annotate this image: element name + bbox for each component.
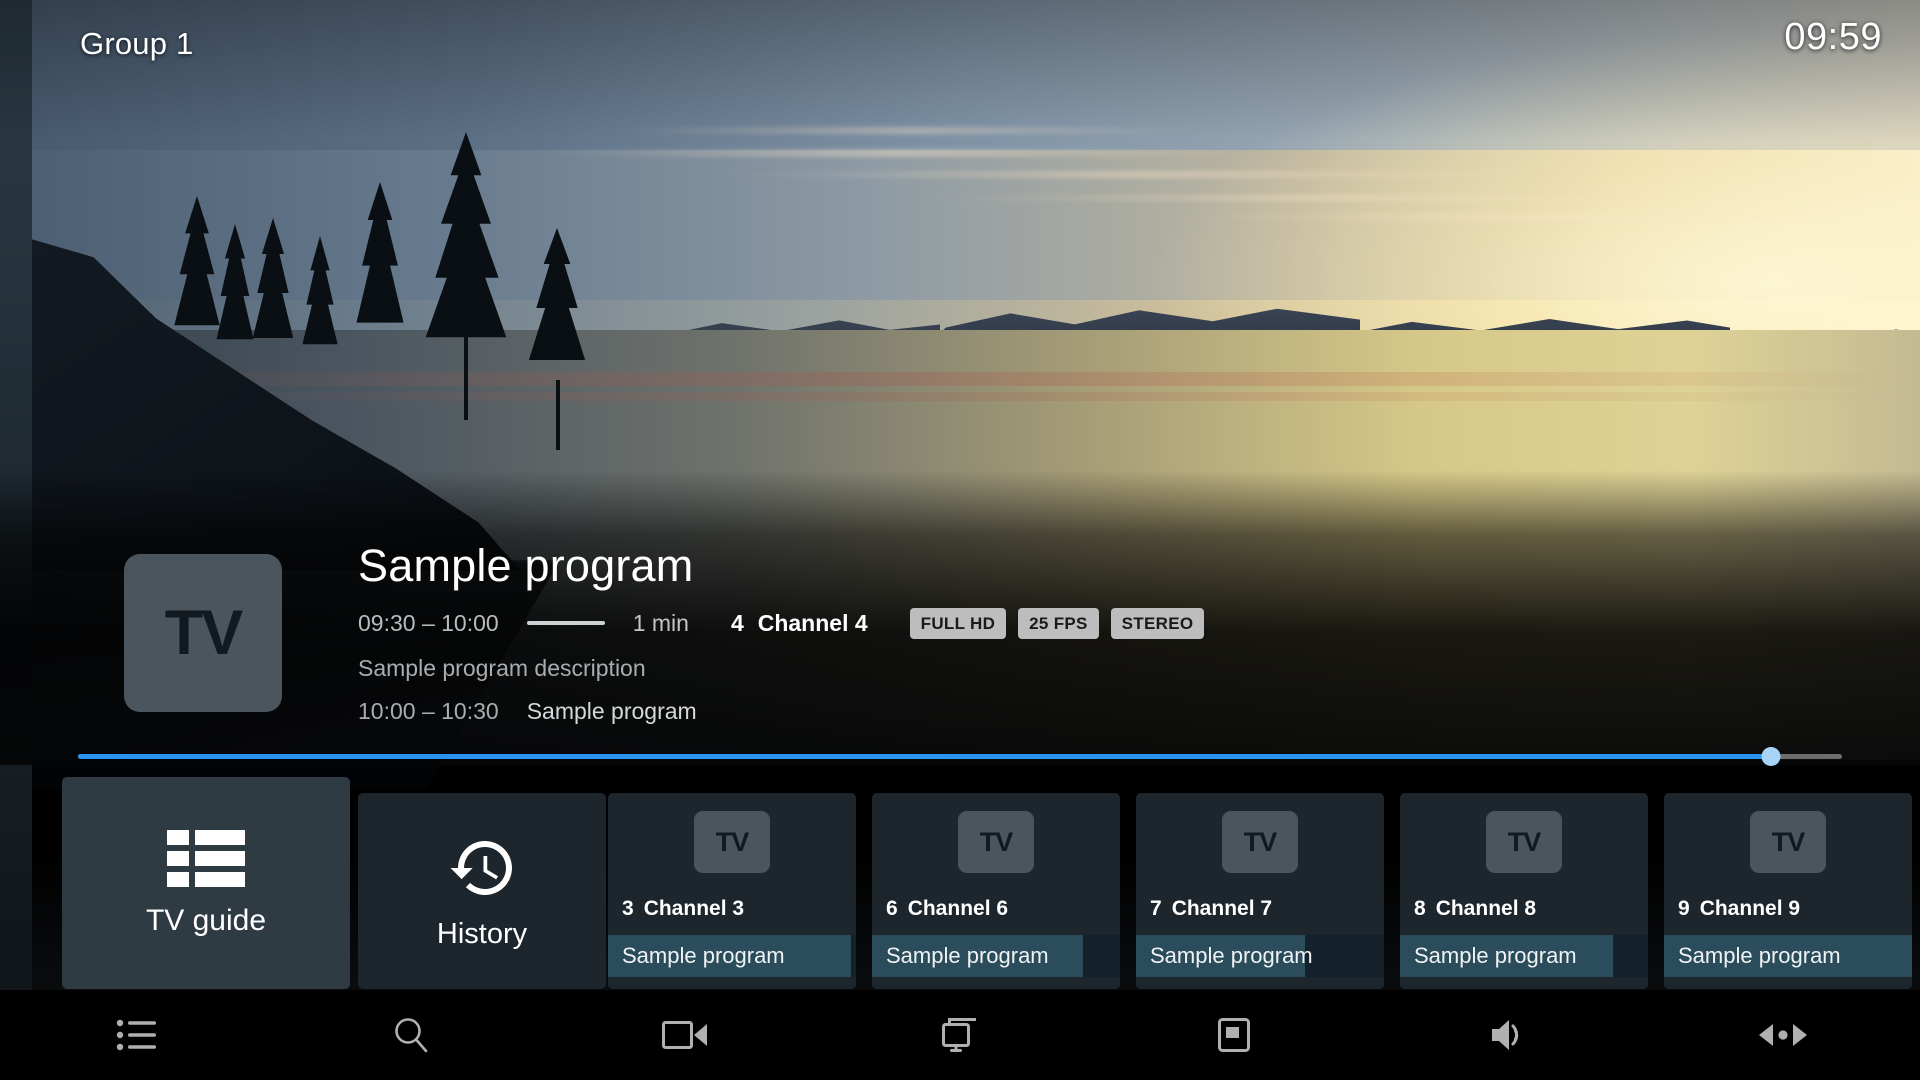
program-channel-logo: TV bbox=[124, 554, 282, 712]
channel-program-title: Sample program bbox=[1678, 943, 1841, 968]
channel-logo-text: TV bbox=[1507, 826, 1542, 857]
group-label: Group 1 bbox=[80, 26, 194, 61]
next-program-title: Sample program bbox=[526, 698, 697, 724]
channel-program-bar: Sample program bbox=[1136, 935, 1384, 977]
channel-logo-text: TV bbox=[715, 826, 750, 857]
program-channel-number: 4 bbox=[730, 609, 744, 636]
tile-channel-6[interactable]: TV 6 Channel 6 Sample program bbox=[872, 793, 1120, 989]
channel-logo: TV bbox=[1222, 811, 1298, 873]
cloud-streak bbox=[1150, 215, 1850, 219]
channel-logo-text: TV bbox=[1771, 826, 1806, 857]
channel-program-title: Sample program bbox=[1414, 943, 1577, 968]
program-title: Sample program bbox=[358, 540, 694, 591]
tile-channel-9[interactable]: TV 9 Channel 9 Sample program bbox=[1664, 793, 1912, 989]
channel-logo: TV bbox=[958, 811, 1034, 873]
badge-quality: FULL HD bbox=[909, 607, 1007, 639]
water-reflection-band bbox=[0, 372, 1920, 386]
toolbar-search-button[interactable] bbox=[274, 990, 548, 1080]
program-time-range: 09:30 – 10:00 bbox=[358, 609, 499, 636]
channel-logo: TV bbox=[694, 811, 770, 873]
cloud-streak bbox=[520, 150, 1280, 156]
program-duration: 1 min bbox=[632, 609, 689, 636]
list-grid-icon bbox=[167, 828, 245, 890]
toolbar-pip-button[interactable] bbox=[1097, 990, 1371, 1080]
tv-player-screen: Group 1 09:59 TV Sample program 09:30 – … bbox=[0, 0, 1920, 1080]
channel-logo-text: TV bbox=[979, 826, 1014, 857]
channel-name: 3 Channel 3 bbox=[622, 897, 745, 920]
cast-screen-icon bbox=[938, 1015, 982, 1055]
tile-channel-8[interactable]: TV 8 Channel 8 Sample program bbox=[1400, 793, 1648, 989]
toolbar-channel-list-button[interactable] bbox=[0, 990, 274, 1080]
next-program-row: 10:00 – 10:30 Sample program bbox=[358, 698, 697, 725]
tile-tv-guide-label: TV guide bbox=[145, 904, 267, 937]
tile-history-label: History bbox=[436, 917, 528, 950]
picture-in-picture-icon bbox=[1214, 1015, 1254, 1055]
channel-logo: TV bbox=[1486, 811, 1562, 873]
program-progress-indicator bbox=[526, 621, 605, 625]
water-reflection-band bbox=[0, 392, 1920, 401]
channel-program-title: Sample program bbox=[886, 943, 1049, 968]
program-channel-name: Channel 4 bbox=[757, 609, 868, 636]
channel-number: 6 bbox=[886, 897, 898, 920]
tile-strip: TV guide History TV 3 Channel 3 Sample prog… bbox=[0, 775, 1920, 990]
badge-framerate: 25 FPS bbox=[1018, 607, 1099, 639]
channel-program-bar: Sample program bbox=[1664, 935, 1912, 977]
tree-trunk bbox=[556, 380, 560, 450]
cloud-streak bbox=[700, 172, 1600, 177]
toolbar-audio-track-button[interactable] bbox=[1646, 990, 1920, 1080]
channel-name: 7 Channel 7 bbox=[1150, 897, 1273, 920]
toolbar-volume-button[interactable] bbox=[1371, 990, 1645, 1080]
seek-bar[interactable] bbox=[78, 747, 1842, 766]
tile-channel-3[interactable]: TV 3 Channel 3 Sample program bbox=[608, 793, 856, 989]
tile-history[interactable]: History bbox=[358, 793, 606, 989]
channel-number: 3 bbox=[622, 897, 634, 920]
program-badges: FULL HD 25 FPS STEREO bbox=[909, 607, 1205, 639]
channel-logo: TV bbox=[1750, 811, 1826, 873]
search-icon bbox=[391, 1015, 431, 1055]
bottom-toolbar bbox=[0, 990, 1920, 1080]
program-description: Sample program description bbox=[358, 655, 646, 681]
program-channel-logo-text: TV bbox=[164, 598, 244, 668]
badge-audio: STEREO bbox=[1110, 607, 1205, 639]
video-camera-icon bbox=[661, 1018, 710, 1052]
channel-name: 8 Channel 8 bbox=[1414, 897, 1537, 920]
seek-thumb[interactable] bbox=[1761, 747, 1781, 766]
program-meta-row: 09:30 – 10:00 1 min 4 Channel 4 FULL HD … bbox=[358, 607, 1205, 639]
tree-trunk bbox=[464, 330, 468, 420]
channel-name: 6 Channel 6 bbox=[886, 897, 1009, 920]
channel-logo-text: TV bbox=[1243, 826, 1278, 857]
channel-program-bar: Sample program bbox=[1400, 935, 1648, 977]
audio-track-switch-icon bbox=[1755, 1020, 1811, 1050]
channel-program-title: Sample program bbox=[1150, 943, 1313, 968]
tile-tv-guide[interactable]: TV guide bbox=[62, 777, 350, 989]
channel-number: 9 bbox=[1678, 897, 1690, 920]
history-clock-icon bbox=[446, 832, 518, 904]
channel-program-bar: Sample program bbox=[608, 935, 856, 977]
channel-program-title: Sample program bbox=[622, 943, 785, 968]
channel-number: 8 bbox=[1414, 897, 1426, 920]
cloud-streak bbox=[900, 196, 1720, 200]
toolbar-cast-button[interactable] bbox=[823, 990, 1097, 1080]
channel-number: 7 bbox=[1150, 897, 1162, 920]
clock: 09:59 bbox=[1784, 16, 1882, 58]
volume-icon bbox=[1488, 1015, 1530, 1055]
channel-program-bar: Sample program bbox=[872, 935, 1120, 977]
channel-name: 9 Channel 9 bbox=[1678, 897, 1801, 920]
seek-fill bbox=[78, 754, 1772, 759]
list-icon bbox=[116, 1018, 158, 1052]
toolbar-recordings-button[interactable] bbox=[549, 990, 823, 1080]
top-gradient-scrim bbox=[0, 0, 1920, 140]
next-program-time-range: 10:00 – 10:30 bbox=[358, 698, 499, 724]
tile-channel-7[interactable]: TV 7 Channel 7 Sample program bbox=[1136, 793, 1384, 989]
